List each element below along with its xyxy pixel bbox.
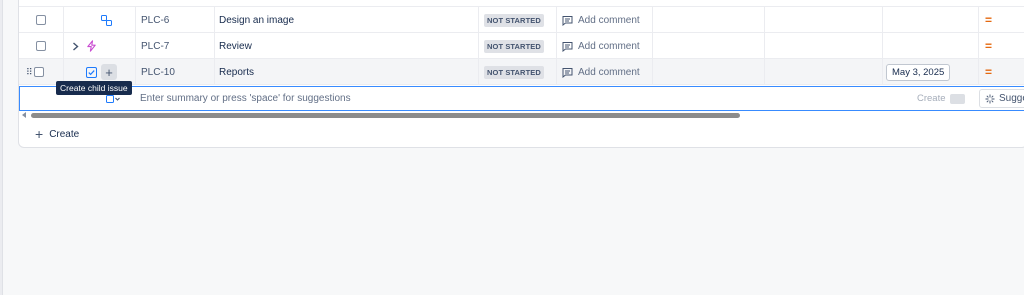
column-divider	[764, 59, 765, 85]
drag-handle-icon[interactable]: ⠿	[26, 67, 33, 78]
expand-toggle[interactable]	[72, 33, 79, 59]
scrollbar-thumb[interactable]	[31, 113, 740, 118]
row-select-cell: ⠿	[26, 59, 44, 85]
create-issue-button[interactable]: + Create	[35, 127, 79, 141]
column-divider	[63, 33, 64, 59]
tooltip: Create child issue	[56, 81, 132, 95]
column-divider	[556, 33, 557, 59]
issue-summary[interactable]: Design an image	[219, 7, 294, 33]
column-divider	[135, 7, 136, 33]
subtask-icon	[101, 14, 112, 26]
create-label: Create	[49, 128, 80, 140]
column-divider	[135, 33, 136, 59]
status-badge[interactable]: NOT STARTED	[484, 13, 544, 27]
column-divider	[214, 59, 215, 85]
issue-table-panel: PLC-6 Design an image NOT STARTED Add co…	[18, 0, 1024, 148]
add-comment-label: Add comment	[578, 40, 640, 52]
task-icon	[86, 66, 97, 78]
priority-medium-icon: =	[985, 13, 993, 27]
sparkle-icon	[985, 94, 995, 103]
chevron-right-icon	[73, 41, 79, 51]
plus-icon: +	[35, 126, 44, 142]
suggest-button[interactable]: Sugge	[979, 89, 1024, 108]
column-divider	[978, 7, 979, 33]
issue-summary[interactable]: Reports	[219, 59, 254, 85]
column-divider	[978, 59, 979, 85]
window-edge	[0, 0, 3, 295]
column-divider	[764, 33, 765, 59]
status-cell: NOT STARTED	[484, 33, 544, 59]
suggest-label: Sugge	[999, 93, 1024, 104]
epic-icon	[87, 40, 96, 52]
column-divider	[882, 59, 883, 85]
issue-summary[interactable]: Review	[219, 33, 252, 59]
table-row[interactable]: ⠿ + PLC-10 Reports NOT STARTED Add comme…	[19, 59, 1024, 85]
priority-medium-icon: =	[985, 65, 993, 79]
column-divider	[214, 7, 215, 33]
comment-icon	[562, 67, 573, 78]
column-divider	[882, 7, 883, 33]
column-divider	[652, 33, 653, 59]
issue-key[interactable]: PLC-7	[141, 33, 169, 59]
status-cell: NOT STARTED	[484, 7, 544, 33]
row-select-cell	[36, 7, 46, 33]
table-row[interactable]: PLC-6 Design an image NOT STARTED Add co…	[19, 7, 1024, 33]
due-date-cell[interactable]: May 3, 2025	[886, 59, 951, 85]
add-comment-button[interactable]: Add comment	[562, 59, 640, 85]
row-checkbox[interactable]	[36, 41, 46, 51]
priority-cell[interactable]: =	[985, 59, 992, 85]
issue-type-cell	[86, 33, 97, 59]
issue-key[interactable]: PLC-10	[141, 59, 175, 85]
column-divider	[652, 59, 653, 85]
priority-medium-icon: =	[985, 39, 993, 53]
row-checkbox[interactable]	[33, 67, 44, 77]
comment-icon	[562, 41, 573, 52]
inline-create-row[interactable]: Enter summary or press 'space' for sugge…	[19, 86, 1024, 111]
issue-key[interactable]: PLC-6	[141, 7, 169, 33]
column-divider	[478, 59, 479, 85]
horizontal-scrollbar[interactable]	[19, 111, 1024, 119]
column-divider	[63, 7, 64, 33]
due-date[interactable]: May 3, 2025	[886, 63, 951, 81]
add-comment-label: Add comment	[578, 14, 640, 26]
add-comment-button[interactable]: Add comment	[562, 7, 640, 33]
issue-type-picker-icon[interactable]	[106, 95, 120, 104]
inline-create-submit[interactable]: Create	[917, 91, 965, 106]
create-child-issue-button[interactable]: +	[101, 64, 117, 80]
row-checkbox[interactable]	[36, 15, 46, 25]
add-comment-label: Add comment	[578, 66, 640, 78]
enter-key-icon	[949, 93, 965, 104]
column-divider	[135, 59, 136, 85]
comment-icon	[562, 15, 573, 26]
column-divider	[478, 33, 479, 59]
plus-icon: +	[105, 64, 113, 80]
table-row[interactable]: PLC-7 Review NOT STARTED Add comment =	[19, 33, 1024, 59]
column-divider	[214, 33, 215, 59]
issue-type-cell	[101, 7, 112, 33]
summary-input[interactable]: Enter summary or press 'space' for sugge…	[140, 87, 351, 110]
priority-cell[interactable]: =	[985, 7, 992, 33]
inline-create-label: Create	[917, 93, 946, 104]
column-divider	[556, 59, 557, 85]
scroll-left-arrow-icon[interactable]	[22, 112, 26, 118]
column-divider	[978, 33, 979, 59]
add-comment-button[interactable]: Add comment	[562, 33, 640, 59]
column-divider	[764, 7, 765, 33]
status-badge[interactable]: NOT STARTED	[484, 65, 544, 79]
row-select-cell	[36, 33, 46, 59]
priority-cell[interactable]: =	[985, 33, 992, 59]
column-divider	[478, 7, 479, 33]
status-badge[interactable]: NOT STARTED	[484, 39, 544, 53]
column-divider	[882, 33, 883, 59]
status-cell: NOT STARTED	[484, 59, 544, 85]
column-divider	[556, 7, 557, 33]
column-divider	[652, 7, 653, 33]
